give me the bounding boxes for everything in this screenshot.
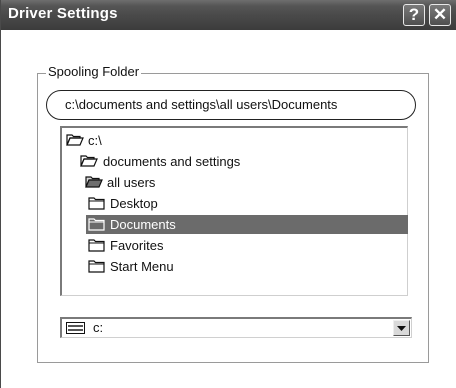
tree-item-label: all users (107, 175, 156, 190)
driver-settings-window: Driver Settings ? ✕ Spooling Folder c:\d… (0, 0, 456, 388)
open-folder-icon (66, 134, 84, 146)
tree-item-label: Desktop (110, 196, 158, 211)
folder-tree[interactable]: c:\ documents and settings all users Des… (60, 126, 408, 296)
window-title: Driver Settings (8, 5, 118, 22)
tree-item-documents[interactable]: Documents (62, 214, 408, 235)
spooling-folder-label: Spooling Folder (46, 64, 142, 79)
tree-item-start-menu[interactable]: Start Menu (62, 256, 408, 277)
close-button[interactable]: ✕ (429, 4, 451, 26)
tree-item-label: Start Menu (110, 259, 174, 274)
folder-icon (88, 260, 105, 273)
title-bar[interactable]: Driver Settings ? ✕ (1, 0, 456, 30)
tree-item-label: Favorites (110, 238, 164, 253)
drive-select[interactable]: c: (60, 317, 412, 338)
folder-icon (88, 218, 105, 231)
help-button[interactable]: ? (403, 4, 425, 26)
help-icon: ? (408, 5, 420, 24)
drive-icon (66, 322, 85, 334)
tree-item-desktop[interactable]: Desktop (62, 193, 408, 214)
drive-selected-value: c: (93, 320, 104, 335)
spooling-path-display: c:\documents and settings\all users\Docu… (46, 90, 416, 120)
close-icon: ✕ (432, 5, 448, 24)
chevron-down-icon (397, 326, 406, 331)
folder-icon (88, 197, 105, 210)
tree-item-label: Documents (110, 217, 176, 232)
tree-item-favorites[interactable]: Favorites (62, 235, 408, 256)
open-folder-icon (80, 155, 98, 167)
tree-item-all-users[interactable]: all users (62, 172, 408, 193)
open-folder-icon (85, 176, 103, 188)
tree-item-c-root[interactable]: c:\ (62, 130, 408, 151)
tree-item-label: documents and settings (103, 154, 241, 169)
folder-icon (88, 239, 105, 252)
tree-item-documents-and-settings[interactable]: documents and settings (62, 151, 408, 172)
tree-item-label: c:\ (88, 133, 102, 148)
drive-dropdown-button[interactable] (393, 320, 410, 336)
